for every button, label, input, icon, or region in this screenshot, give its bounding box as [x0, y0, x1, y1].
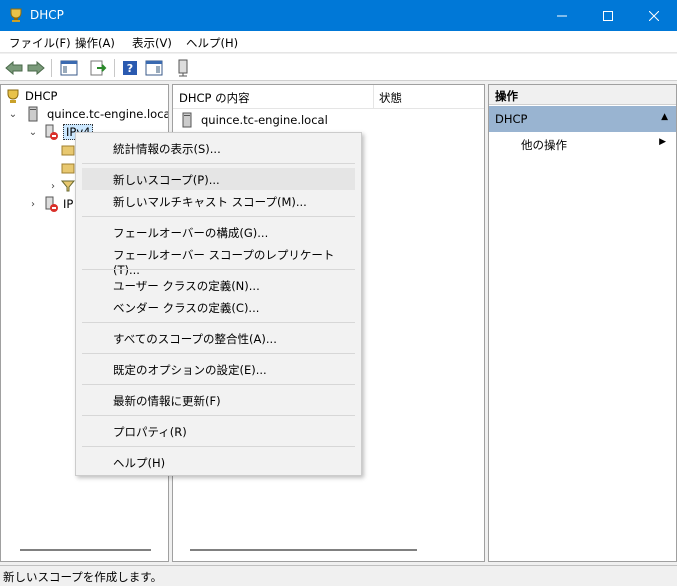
menu-replicate-failover[interactable]: フェールオーバー スコープのレプリケート(T)...: [82, 243, 355, 277]
menu-separator: [82, 269, 355, 270]
menu-bar: ファイル(F) 操作(A) 表示(V) ヘルプ(H): [0, 31, 677, 53]
tree-label-server: quince.tc-engine.local: [47, 107, 169, 121]
menu-show-statistics[interactable]: 統計情報の表示(S)...: [82, 137, 355, 159]
show-hide-tree-icon[interactable]: [58, 57, 80, 79]
menu-separator: [82, 353, 355, 354]
toolbar-separator: [51, 59, 52, 77]
maximize-button[interactable]: [585, 0, 631, 31]
action-item-label: 他の操作: [521, 138, 567, 152]
tree-label-ipv6: IP: [63, 197, 74, 211]
menu-file[interactable]: ファイル(F): [9, 35, 71, 51]
column-header-name[interactable]: DHCP の内容: [173, 85, 373, 109]
collapse-up-icon[interactable]: ▲: [661, 112, 668, 122]
close-button[interactable]: [631, 0, 677, 31]
status-text: 新しいスコープを作成します。: [3, 570, 163, 584]
menu-separator: [82, 384, 355, 385]
server-icon[interactable]: [172, 57, 194, 79]
tree-item-dhcp[interactable]: DHCP: [5, 87, 57, 105]
toolbar: ?: [0, 54, 677, 81]
forward-icon[interactable]: [25, 57, 47, 79]
menu-separator: [82, 216, 355, 217]
export-list-icon[interactable]: [87, 57, 109, 79]
title-bar: DHCP: [0, 0, 677, 31]
menu-properties[interactable]: プロパティ(R): [82, 420, 355, 442]
svg-text:?: ?: [127, 62, 133, 75]
chevron-right-icon[interactable]: ›: [27, 199, 39, 210]
menu-action[interactable]: 操作(A): [75, 35, 115, 51]
dhcp-icon: [5, 88, 21, 104]
context-menu: 統計情報の表示(S)... 新しいスコープ(P)... 新しいマルチキャスト ス…: [75, 132, 362, 476]
column-header-status[interactable]: 状態: [373, 85, 484, 109]
menu-define-vendor-classes[interactable]: ベンダー クラスの定義(C)...: [82, 296, 355, 318]
back-icon[interactable]: [3, 57, 25, 79]
window-title: DHCP: [30, 8, 64, 22]
action-pane: 操作 DHCP ▲ 他の操作 ▶: [488, 84, 677, 562]
action-pane-header: 操作: [489, 85, 676, 105]
menu-separator: [82, 163, 355, 164]
menu-new-multicast-scope[interactable]: 新しいマルチキャスト スコープ(M)...: [82, 190, 355, 212]
menu-separator: [82, 446, 355, 447]
menu-help[interactable]: ヘルプ(H): [82, 451, 355, 473]
tree-item-ipv6[interactable]: › IP: [27, 195, 73, 213]
chevron-down-icon[interactable]: ⌄: [27, 127, 39, 138]
tree-scrollbar[interactable]: [20, 549, 151, 551]
ipv6-icon: [43, 196, 59, 212]
menu-configure-failover[interactable]: フェールオーバーの構成(G)...: [82, 221, 355, 243]
show-action-pane-icon[interactable]: [143, 57, 165, 79]
menu-help[interactable]: ヘルプ(H): [186, 35, 238, 51]
submenu-arrow-icon: ▶: [659, 137, 666, 147]
list-item-name: quince.tc-engine.local: [201, 113, 328, 127]
status-bar: 新しいスコープを作成します。: [0, 565, 677, 586]
list-item[interactable]: quince.tc-engine.local: [181, 111, 328, 129]
menu-set-predefined-options[interactable]: 既定のオプションの設定(E)...: [82, 358, 355, 380]
menu-reconcile-all-scopes[interactable]: すべてのスコープの整合性(A)...: [82, 327, 355, 349]
ipv4-icon: [43, 124, 59, 140]
action-more-actions[interactable]: 他の操作 ▶: [489, 135, 676, 153]
chevron-down-icon[interactable]: ⌄: [7, 109, 19, 120]
menu-view[interactable]: 表示(V): [132, 35, 172, 51]
dhcp-app-icon: [8, 7, 24, 23]
action-group-label: DHCP: [495, 112, 528, 126]
tree-label-dhcp: DHCP: [25, 89, 58, 103]
server-icon: [27, 106, 43, 122]
tree-item-server[interactable]: ⌄ quince.tc-engine.local: [7, 105, 169, 123]
minimize-button[interactable]: [539, 0, 585, 31]
menu-define-user-classes[interactable]: ユーザー クラスの定義(N)...: [82, 274, 355, 296]
menu-new-scope[interactable]: 新しいスコープ(P)...: [82, 168, 355, 190]
menu-separator: [82, 322, 355, 323]
menu-refresh[interactable]: 最新の情報に更新(F): [82, 389, 355, 411]
server-icon: [181, 112, 197, 128]
content-scrollbar[interactable]: [190, 549, 417, 551]
menu-separator: [82, 415, 355, 416]
action-group-dhcp[interactable]: DHCP ▲: [489, 106, 676, 132]
help-icon[interactable]: ?: [119, 57, 141, 79]
chevron-right-icon[interactable]: ›: [47, 181, 59, 192]
toolbar-separator: [114, 59, 115, 77]
